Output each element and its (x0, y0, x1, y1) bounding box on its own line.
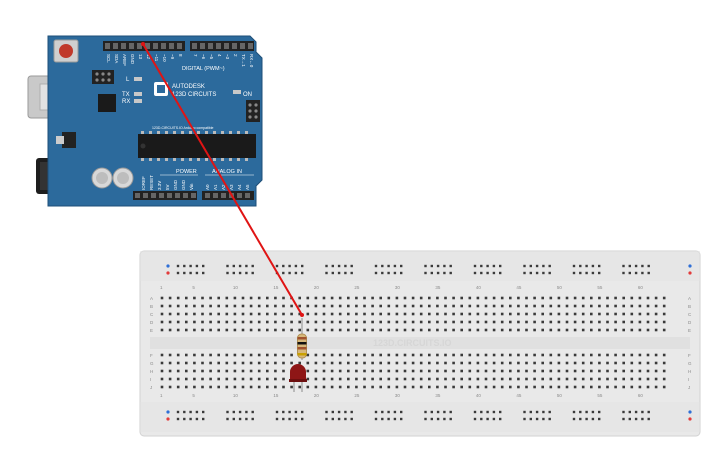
row-letter: I (688, 377, 689, 382)
column-number: 15 (273, 393, 279, 398)
power-pin-label: IOREF (141, 176, 146, 190)
arduino-board[interactable]: SCL SDA AREF GND 13 12 ~11 ~10 ~9 8 7 ~6 ~5 4 ~3 2 TX→1 R… (27, 35, 263, 207)
capacitor-1 (91, 167, 113, 189)
pin-label: 13 (138, 54, 143, 60)
column-number: 10 (233, 285, 239, 290)
column-number: 40 (476, 393, 482, 398)
row-letter: J (150, 385, 152, 390)
fine-print: 123D-CIRCUITS.IO Arduino compatible (152, 126, 214, 130)
row-letter: G (150, 361, 154, 366)
analog-pin-label: A4 (237, 184, 242, 190)
analog-pin-label: A5 (245, 184, 250, 190)
resistor-band-3 (297, 347, 307, 350)
column-number: 50 (557, 393, 563, 398)
column-number: 30 (395, 285, 401, 290)
power-label: POWER (176, 169, 197, 175)
brand-line-1: AUTODESK (172, 84, 205, 90)
row-letter: F (150, 353, 153, 358)
resistor-band-1 (297, 337, 307, 340)
power-pin-label: RESET (149, 175, 154, 190)
analog-pin-label: A3 (229, 184, 234, 190)
column-number: 20 (314, 393, 320, 398)
row-letter: A (150, 296, 153, 301)
row-letter: B (150, 304, 153, 309)
column-number: 25 (354, 393, 360, 398)
power-pin-label: GND (181, 179, 186, 190)
column-number: 45 (516, 393, 522, 398)
pin-label: TX→1 (241, 54, 246, 67)
digital-header[interactable] (103, 41, 254, 51)
pin-label: ~9 (170, 54, 175, 60)
row-letter: G (688, 361, 692, 366)
row-letter: E (688, 328, 691, 333)
pin-label: ~11 (154, 54, 159, 62)
power-pin-label: 5V (165, 184, 170, 190)
row-letter: B (688, 304, 691, 309)
column-number: 60 (638, 285, 644, 290)
pin-label: ~3 (225, 54, 230, 60)
breadboard[interactable]: 123D.CIRCUITS.IO 11551010151520202525303… (139, 250, 701, 437)
analog-pin-label: A1 (213, 184, 218, 190)
power-pin-label: GND (173, 179, 178, 190)
board-pcb (47, 35, 263, 207)
column-number: 60 (638, 393, 644, 398)
column-number: 55 (597, 393, 603, 398)
row-letter: H (688, 369, 691, 374)
power-header[interactable] (133, 191, 254, 200)
row-letter: F (688, 353, 691, 358)
column-number: 50 (557, 285, 563, 290)
column-number: 20 (314, 285, 320, 290)
pin-label: SDA (114, 54, 119, 63)
power-pin-label: 3.3V (157, 181, 162, 190)
usb-chip (98, 94, 116, 112)
column-number: 40 (476, 285, 482, 290)
analog-pin-label: A0 (205, 184, 210, 190)
voltage-regulator (62, 132, 76, 148)
column-number: 25 (354, 285, 360, 290)
power-pin-label: Vin (189, 183, 194, 190)
row-letter: E (150, 328, 153, 333)
brand-line-2: 123D CIRCUITS (172, 92, 216, 98)
breadboard-watermark: 123D.CIRCUITS.IO (373, 338, 452, 348)
led-l-indicator (134, 77, 142, 81)
pin-label: ~6 (201, 54, 206, 60)
column-number: 35 (435, 285, 441, 290)
row-letter: A (688, 296, 691, 301)
resistor-band-4 (297, 353, 307, 356)
on-led (233, 90, 241, 94)
circuit-canvas[interactable]: SCL SDA AREF GND 13 12 ~11 ~10 ~9 8 7 ~6 ~5 4 ~3 2 TX→1 R… (0, 0, 726, 472)
row-letter: I (150, 377, 151, 382)
reset-button[interactable] (53, 39, 79, 63)
column-number: 10 (233, 393, 239, 398)
column-number: 15 (273, 285, 279, 290)
column-number: 45 (516, 285, 522, 290)
rx-label: RX (122, 99, 130, 105)
pin-label: SCL (106, 54, 111, 63)
pin-label: ~5 (209, 54, 214, 60)
row-letter: H (150, 369, 153, 374)
column-number: 55 (597, 285, 603, 290)
tx-label: TX (122, 92, 130, 98)
icsp-header-left (92, 70, 114, 84)
digital-label: DIGITAL (PWM~) (182, 66, 225, 72)
icsp-header-right (246, 100, 260, 122)
column-number: 30 (395, 393, 401, 398)
pin-label: GND (130, 54, 135, 65)
capacitor-2 (112, 167, 134, 189)
resistor-band-2 (297, 342, 307, 345)
pin-label: AREF (122, 54, 127, 66)
pin-label: RX←0 (249, 54, 254, 68)
column-number: 35 (435, 393, 441, 398)
pin-label: ~10 (162, 54, 167, 62)
on-label: ON (243, 92, 252, 98)
row-letter: J (688, 385, 690, 390)
